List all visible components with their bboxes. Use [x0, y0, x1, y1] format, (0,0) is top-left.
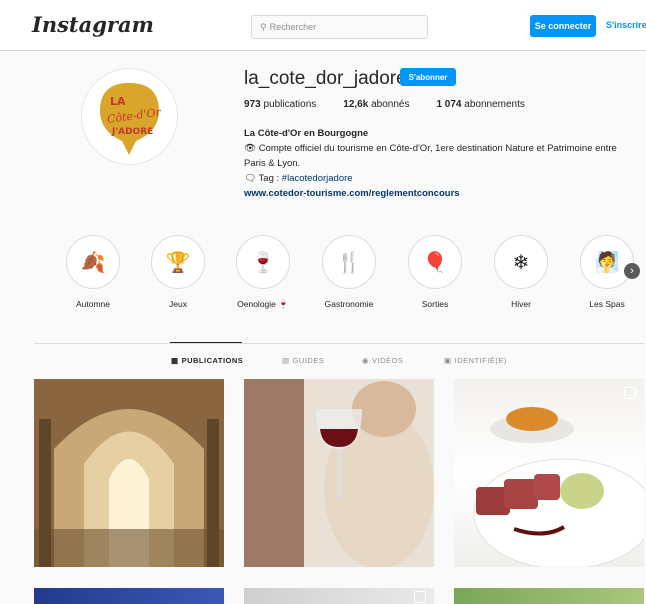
wine-tasting-photo — [244, 379, 434, 567]
profile-full-name: La Côte-d'Or en Bourgogne — [244, 128, 369, 139]
highlight-hiver[interactable]: ❄ Hiver — [486, 235, 556, 309]
search-placeholder: Rechercher — [269, 22, 317, 32]
bio-description: 👁 Compte officiel du tourisme en Côte-d'… — [244, 143, 617, 169]
instagram-logo[interactable]: Instagram — [32, 12, 154, 37]
wine-glass-icon: 🍷 — [241, 240, 285, 284]
search-box[interactable]: ⚲ Rechercher — [251, 15, 428, 39]
cutlery-icon: 🍴 — [327, 240, 371, 284]
profile-username: la_cote_dor_jadore — [244, 68, 407, 89]
post-wine-tasting[interactable] — [244, 379, 434, 567]
post-bottom-1[interactable] — [34, 588, 224, 604]
multiple-photos-icon — [624, 387, 636, 399]
snowflake-icon: ❄ — [499, 240, 543, 284]
story-highlights: 🍂 Automne 🏆 Jeux 🍷 Oenologie 🍷 🍴 Gastron… — [0, 235, 646, 315]
autumn-leaves-icon: 🍂 — [71, 240, 115, 284]
multiple-photos-icon — [414, 591, 426, 603]
active-tab-indicator — [170, 342, 242, 343]
highlight-label: Automne — [75, 299, 111, 309]
tabs-divider — [34, 343, 644, 344]
balloon-icon: 🎈 — [413, 240, 457, 284]
signup-link[interactable]: S'inscrire — [606, 20, 646, 30]
avatar-text-line3: J'ADORE — [111, 127, 153, 137]
highlight-label: Jeux — [169, 299, 187, 309]
spa-person-icon: 🧖 — [585, 240, 629, 284]
post-abbey-arches[interactable] — [34, 379, 224, 567]
bio-tag-line: 🗨 Tag : #lacotedorjadore — [244, 173, 353, 184]
follow-button[interactable]: S'abonner — [400, 68, 456, 86]
highlight-sorties[interactable]: 🎈 Sorties — [400, 235, 470, 309]
highlights-next-button[interactable]: › — [624, 263, 640, 279]
cote-dor-logo-icon: LA Côte-d'Or J'ADORE — [100, 83, 162, 155]
search-icon: ⚲ — [260, 21, 267, 32]
avatar-text-line1: LA — [110, 95, 126, 108]
trophy-icon: 🏆 — [156, 240, 200, 284]
login-button[interactable]: Se connecter — [530, 15, 596, 37]
profile-avatar[interactable]: LA Côte-d'Or J'ADORE — [81, 68, 178, 165]
highlight-gastronomie[interactable]: 🍴 Gastronomie — [314, 235, 384, 309]
guide-icon: ▤ — [282, 356, 290, 365]
highlight-label: Gastronomie — [324, 299, 374, 309]
highlight-label: Hiver — [511, 299, 531, 309]
grid-icon: ▦ — [171, 356, 179, 365]
post-bottom-3[interactable] — [454, 588, 644, 604]
tab-guides[interactable]: ▤ GUIDES — [282, 356, 324, 365]
chevron-right-icon: › — [630, 265, 634, 277]
gastronomy-photo — [473, 407, 644, 567]
highlight-label: Oenologie 🍷 — [237, 299, 289, 309]
highlight-automne[interactable]: 🍂 Automne — [58, 235, 128, 309]
eye-icon: 👁 — [244, 143, 257, 154]
highlight-label: Les Spas — [589, 299, 625, 309]
profile-website-link[interactable]: www.cotedor-tourisme.com/reglementconcou… — [244, 186, 639, 201]
post-bottom-2[interactable] — [244, 588, 434, 604]
stat-publications: 973 publications — [244, 99, 317, 110]
tab-publications[interactable]: ▦ PUBLICATIONS — [171, 356, 243, 365]
hashtag-link[interactable]: #lacotedorjadore — [282, 173, 353, 184]
stat-following[interactable]: 1 074 abonnements — [436, 99, 524, 110]
post-gastronomy-dish[interactable] — [454, 379, 644, 567]
highlight-label: Sorties — [421, 299, 449, 309]
top-navigation-bar: Instagram ⚲ Rechercher Se connecter S'in… — [0, 0, 646, 51]
stat-followers[interactable]: 12,6k abonnés — [343, 99, 409, 110]
highlight-oenologie[interactable]: 🍷 Oenologie 🍷 — [228, 235, 298, 310]
tab-tagged[interactable]: ▣ IDENTIFIÉ(E) — [444, 356, 507, 365]
speech-bubble-icon: 🗨 — [244, 173, 257, 184]
profile-bio: La Côte-d'Or en Bourgogne 👁 Compte offic… — [244, 126, 639, 201]
video-icon: ◉ — [362, 356, 370, 365]
abbey-photo — [34, 379, 224, 567]
tagged-icon: ▣ — [444, 356, 452, 365]
profile-stats: 973 publications 12,6k abonnés 1 074 abo… — [244, 99, 552, 110]
tab-videos[interactable]: ◉ VIDÉOS — [362, 356, 403, 365]
highlight-jeux[interactable]: 🏆 Jeux — [143, 235, 213, 309]
